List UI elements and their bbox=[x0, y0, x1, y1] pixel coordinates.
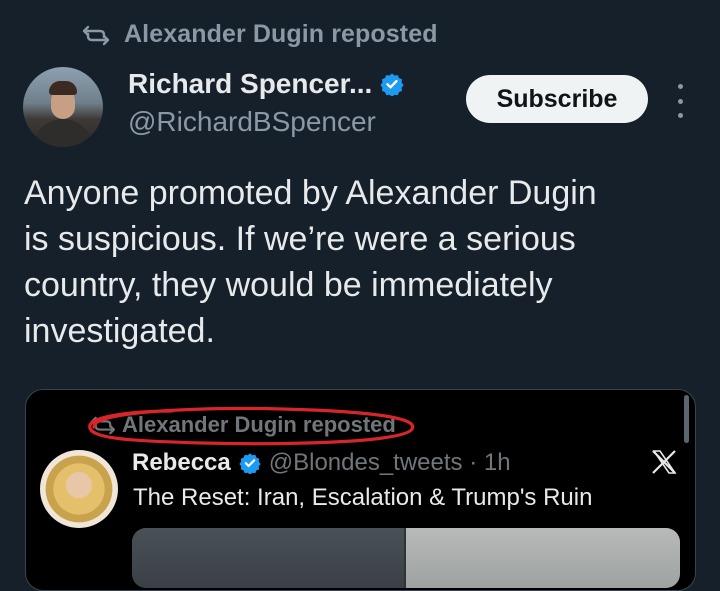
author-avatar[interactable] bbox=[23, 67, 103, 147]
subscribe-button[interactable]: Subscribe bbox=[466, 75, 648, 123]
x-logo-icon bbox=[652, 450, 677, 474]
quoted-tweet-text: The Reset: Iran, Escalation & Trump's Ru… bbox=[133, 484, 593, 511]
quoted-media-preview bbox=[132, 528, 680, 588]
tweet-text: Anyone promoted by Alexander Dugin is su… bbox=[24, 170, 684, 354]
repost-icon bbox=[82, 25, 110, 45]
tweet-line: Anyone promoted by Alexander Dugin bbox=[24, 174, 597, 212]
tweet-line: investigated. bbox=[24, 312, 215, 350]
tweet-line: country, they would be immediately bbox=[24, 266, 553, 304]
author-name-row: Richard Spencer... bbox=[128, 68, 404, 100]
quoted-author-avatar bbox=[40, 450, 118, 528]
author-handle[interactable]: @RichardBSpencer bbox=[128, 106, 376, 138]
verified-badge-icon bbox=[380, 73, 404, 96]
repost-indicator: Alexander Dugin reposted bbox=[82, 20, 438, 49]
more-options-icon[interactable] bbox=[670, 84, 690, 118]
quoted-handle-time: @Blondes_tweets · 1h bbox=[268, 449, 511, 476]
verified-badge-icon bbox=[239, 453, 261, 474]
author-name[interactable]: Richard Spencer... bbox=[128, 68, 372, 100]
repost-label[interactable]: Alexander Dugin reposted bbox=[124, 20, 438, 49]
tweet-line: is suspicious. If we’re were a serious bbox=[24, 220, 576, 258]
media-image-right bbox=[406, 528, 680, 588]
quoted-author-name: Rebecca bbox=[132, 449, 231, 476]
quoted-name-row: Rebecca @Blondes_tweets · 1h bbox=[132, 449, 511, 477]
red-annotation-circle bbox=[88, 406, 415, 446]
scrollbar[interactable] bbox=[684, 395, 689, 443]
media-image-left bbox=[132, 528, 404, 588]
